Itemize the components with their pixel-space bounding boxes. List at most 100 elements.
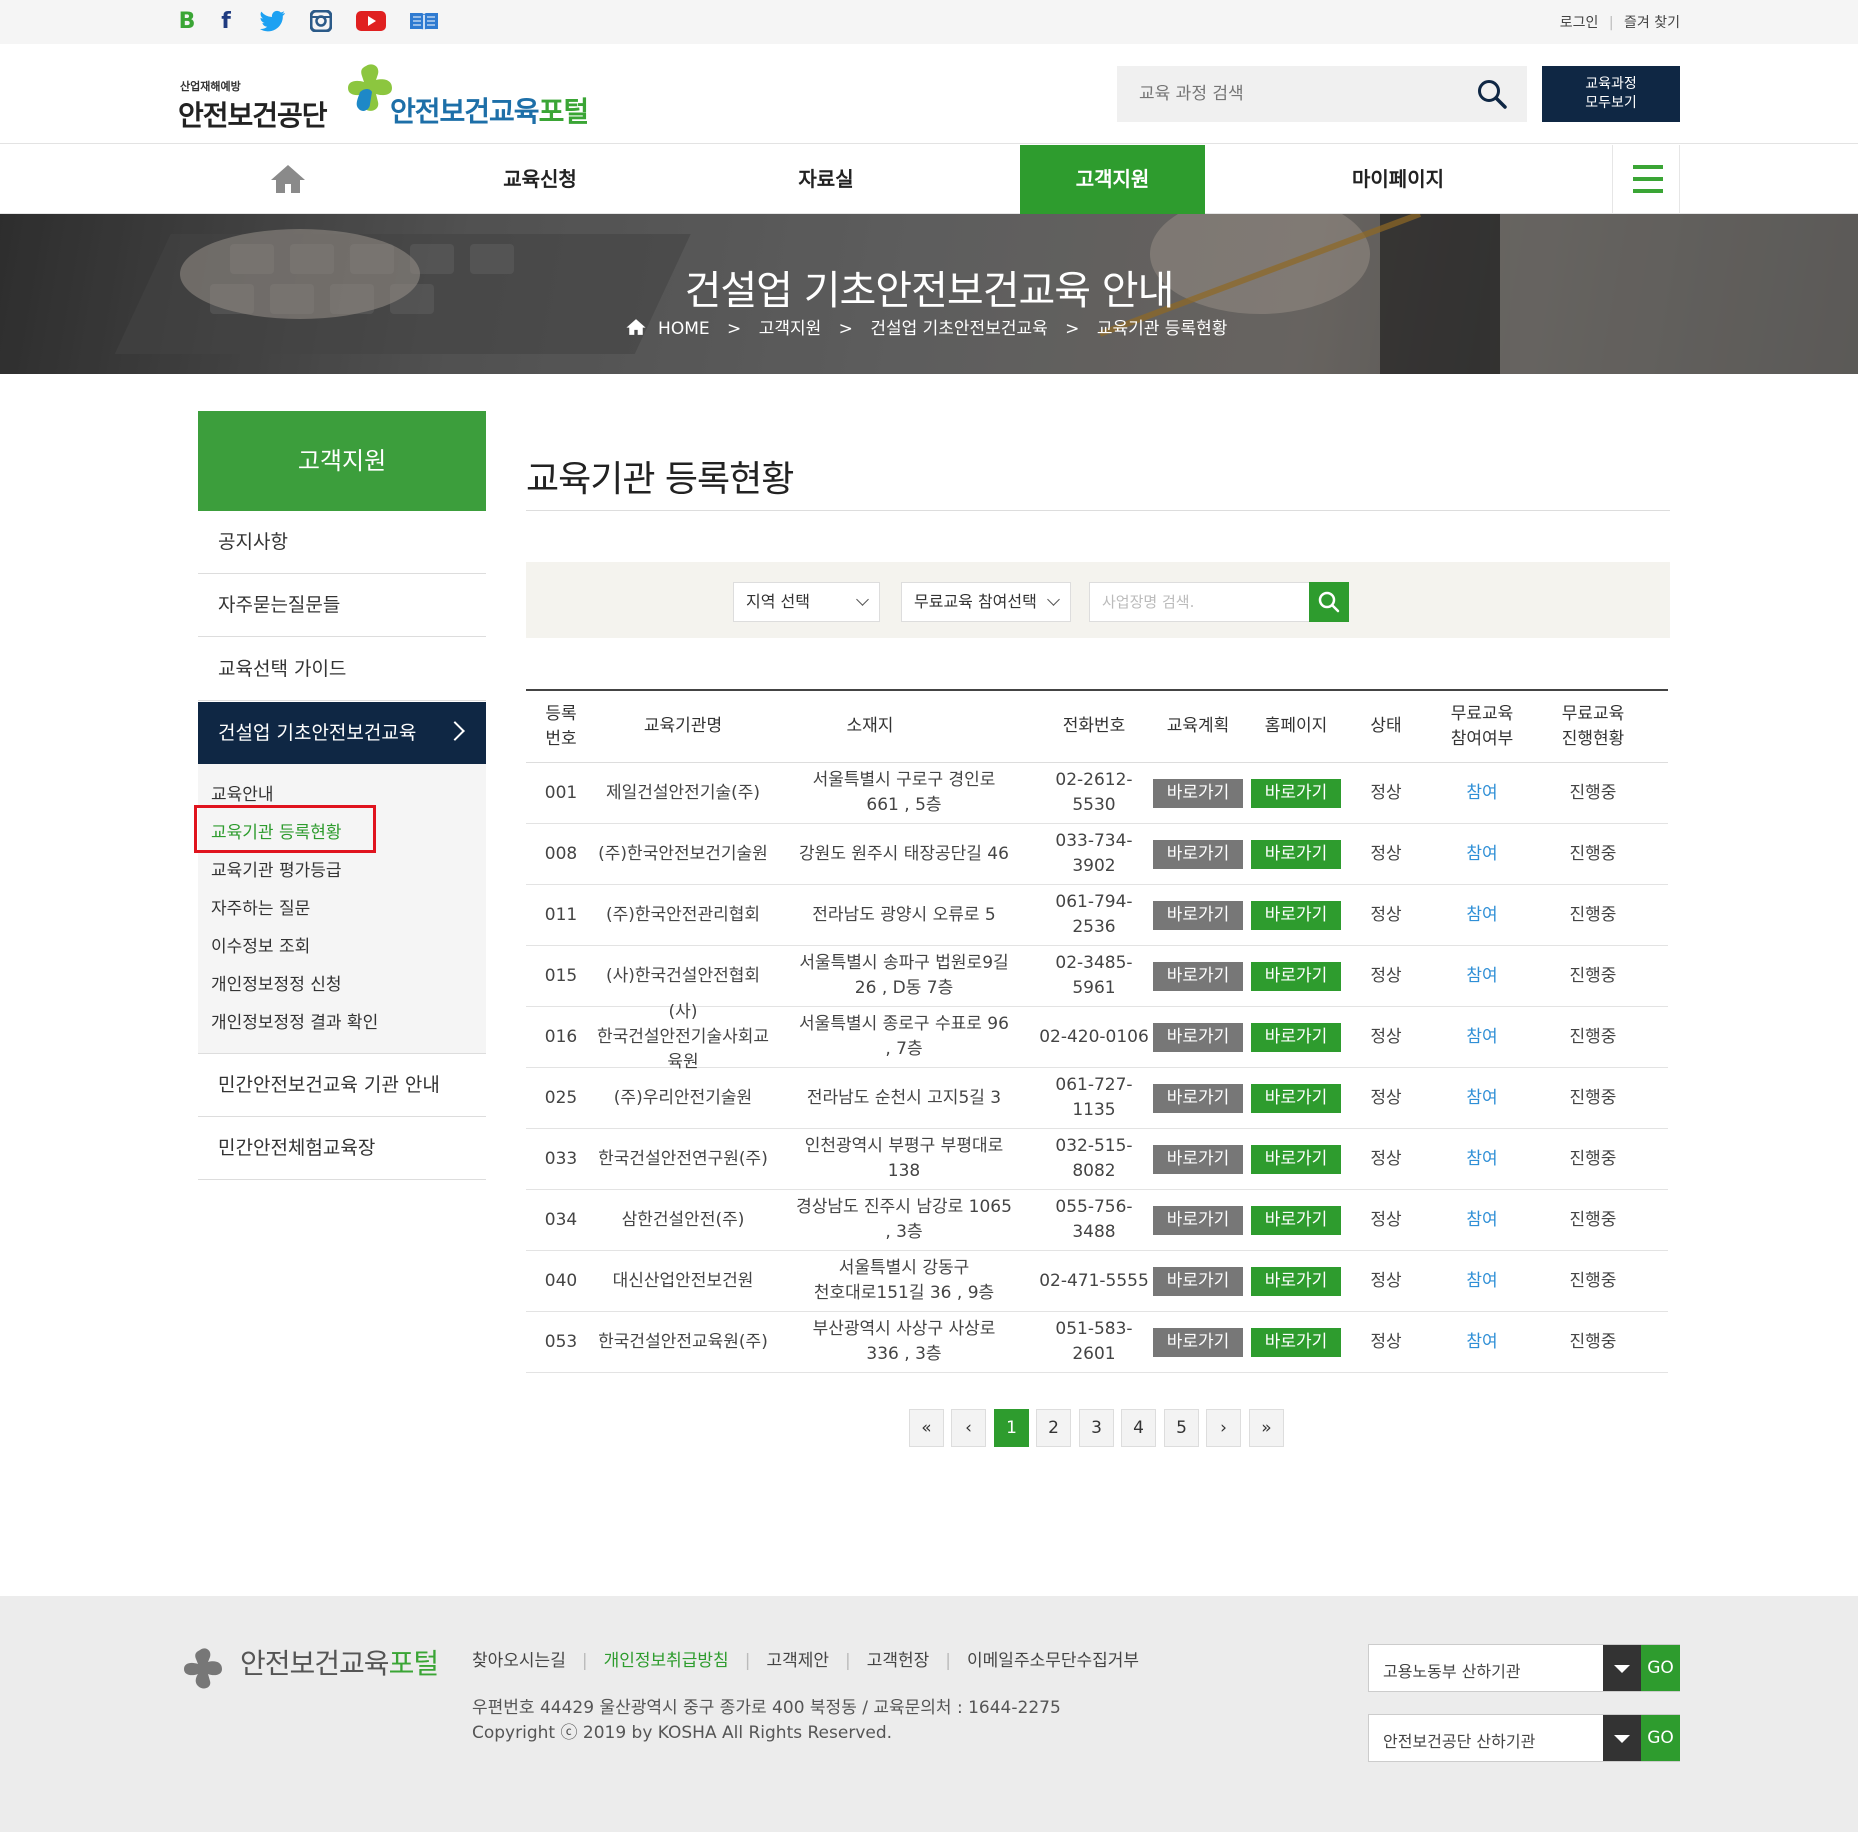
course-search bbox=[1117, 66, 1527, 122]
filter-search-button[interactable] bbox=[1309, 582, 1349, 622]
submenu-item-rating[interactable]: 교육기관 평가등급 bbox=[211, 856, 342, 881]
homepage-link-button[interactable]: 바로가기 bbox=[1251, 1144, 1341, 1174]
submenu-item-faq[interactable]: 자주하는 질문 bbox=[211, 894, 310, 919]
submenu-item-correction-result[interactable]: 개인정보정정 결과 확인 bbox=[211, 1008, 378, 1033]
next-page-button[interactable]: › bbox=[1206, 1409, 1241, 1447]
free-edu-join-link[interactable]: 참여 bbox=[1466, 1025, 1497, 1050]
breadcrumb-item-construction[interactable]: 건설업 기초안전보건교육 bbox=[870, 319, 1047, 339]
plan-link-button[interactable]: 바로가기 bbox=[1153, 1083, 1243, 1113]
sidebar-item-construction-edu[interactable]: 건설업 기초안전보건교육 bbox=[198, 702, 486, 765]
facebook-icon[interactable]: f bbox=[211, 6, 241, 36]
page-button-4[interactable]: 4 bbox=[1121, 1409, 1156, 1447]
free-edu-join-link[interactable]: 참여 bbox=[1466, 903, 1497, 928]
cell-address: 강원도 원주시 태장공단길 46 bbox=[799, 843, 1009, 864]
region-select[interactable]: 지역 선택 bbox=[733, 582, 880, 622]
free-edu-join-link[interactable]: 참여 bbox=[1466, 1330, 1497, 1355]
homepage-link-button[interactable]: 바로가기 bbox=[1251, 900, 1341, 930]
nav-item-library[interactable]: 자료실 bbox=[726, 145, 926, 214]
footer-link-charter[interactable]: 고객헌장 bbox=[867, 1651, 930, 1671]
free-edu-join-link[interactable]: 참여 bbox=[1466, 842, 1497, 867]
submenu-item-completion-lookup[interactable]: 이수정보 조회 bbox=[211, 932, 310, 957]
sidebar-item-faq[interactable]: 자주묻는질문들 bbox=[198, 574, 486, 637]
sidebar-item-guide[interactable]: 교육선택 가이드 bbox=[198, 638, 486, 701]
sidebar-item-notice[interactable]: 공지사항 bbox=[198, 511, 486, 574]
plan-link-button[interactable]: 바로가기 bbox=[1153, 1327, 1243, 1357]
page-button-2[interactable]: 2 bbox=[1036, 1409, 1071, 1447]
login-link[interactable]: 로그인 bbox=[1560, 15, 1599, 31]
free-edu-join-link[interactable]: 참여 bbox=[1466, 1147, 1497, 1172]
breadcrumb-item-support[interactable]: 고객지원 bbox=[759, 319, 822, 339]
page-button-3[interactable]: 3 bbox=[1079, 1409, 1114, 1447]
header-plan: 교육계획 bbox=[1166, 716, 1230, 736]
plan-link-button[interactable]: 바로가기 bbox=[1153, 961, 1243, 991]
homepage-link-button[interactable]: 바로가기 bbox=[1251, 1205, 1341, 1235]
youtube-icon[interactable] bbox=[356, 6, 386, 36]
workplace-search-input[interactable]: 사업장명 검색. bbox=[1089, 582, 1311, 622]
footer-link-directions[interactable]: 찾아오시는길 bbox=[472, 1651, 566, 1671]
related-agency-select-2[interactable]: 안전보건공단 산하기관 GO bbox=[1368, 1714, 1680, 1762]
filter-bar: 지역 선택 무료교육 참여선택 사업장명 검색. bbox=[526, 562, 1670, 638]
page-button-1[interactable]: 1 bbox=[994, 1409, 1029, 1447]
free-edu-join-link[interactable]: 참여 bbox=[1466, 964, 1497, 989]
cell-phone: 032-515-8082 bbox=[1055, 1136, 1133, 1181]
free-edu-select[interactable]: 무료교육 참여선택 bbox=[901, 582, 1071, 622]
homepage-link-button[interactable]: 바로가기 bbox=[1251, 1022, 1341, 1052]
prev-page-button[interactable]: ‹ bbox=[951, 1409, 986, 1447]
cell-reg-no: 040 bbox=[544, 1270, 578, 1291]
twitter-icon[interactable] bbox=[258, 6, 288, 36]
plan-link-button[interactable]: 바로가기 bbox=[1153, 900, 1243, 930]
homepage-link-button[interactable]: 바로가기 bbox=[1251, 839, 1341, 869]
search-icon[interactable] bbox=[1477, 79, 1507, 109]
table-row: 001 제일건설안전기술(주) 서울특별시 구로구 경인로 661 , 5층 02-26… bbox=[526, 763, 1668, 824]
free-edu-join-link[interactable]: 참여 bbox=[1466, 1269, 1497, 1294]
footer-link-privacy[interactable]: 개인정보취급방침 bbox=[604, 1651, 729, 1671]
footer-link-email-refusal[interactable]: 이메일주소무단수집거부 bbox=[967, 1651, 1139, 1671]
free-edu-join-link[interactable]: 참여 bbox=[1466, 1208, 1497, 1233]
book-icon[interactable] bbox=[409, 6, 439, 36]
homepage-link-button[interactable]: 바로가기 bbox=[1251, 1327, 1341, 1357]
homepage-link-button[interactable]: 바로가기 bbox=[1251, 1083, 1341, 1113]
homepage-link-button[interactable]: 바로가기 bbox=[1251, 961, 1341, 991]
plan-link-button[interactable]: 바로가기 bbox=[1153, 1022, 1243, 1052]
breadcrumb-separator: > bbox=[727, 319, 742, 339]
footer-link-suggestion[interactable]: 고객제안 bbox=[766, 1651, 829, 1671]
sidebar-item-experience-center[interactable]: 민간안전체험교육장 bbox=[198, 1117, 486, 1180]
plan-link-button[interactable]: 바로가기 bbox=[1153, 1144, 1243, 1174]
breadcrumb-item-current[interactable]: 교육기관 등록현황 bbox=[1097, 319, 1228, 339]
nav-item-mypage[interactable]: 마이페이지 bbox=[1298, 145, 1498, 214]
menu-icon[interactable] bbox=[1612, 145, 1680, 214]
homepage-link-button[interactable]: 바로가기 bbox=[1251, 1266, 1341, 1296]
home-icon[interactable] bbox=[270, 163, 306, 195]
plan-link-button[interactable]: 바로가기 bbox=[1153, 839, 1243, 869]
go-button-2[interactable]: GO bbox=[1641, 1715, 1680, 1761]
sidebar-item-private-institutions[interactable]: 민간안전보건교육 기관 안내 bbox=[198, 1054, 486, 1117]
plan-link-button[interactable]: 바로가기 bbox=[1153, 1266, 1243, 1296]
page-button-5[interactable]: 5 bbox=[1164, 1409, 1199, 1447]
nav-item-education-apply[interactable]: 교육신청 bbox=[440, 145, 640, 214]
course-search-input[interactable] bbox=[1117, 66, 1457, 122]
submenu-item-edu-info[interactable]: 교육안내 bbox=[211, 780, 274, 805]
related-agency-select-1[interactable]: 고용노동부 산하기관 GO bbox=[1368, 1644, 1680, 1692]
free-edu-join-link[interactable]: 참여 bbox=[1466, 781, 1497, 806]
cell-phone: 055-756-3488 bbox=[1055, 1197, 1133, 1242]
dropdown-arrow-icon[interactable] bbox=[1603, 1645, 1641, 1691]
nav-item-customer-support[interactable]: 고객지원 bbox=[1020, 145, 1205, 214]
table-row: 016 (사) 한국건설안전기술사회교육원 서울특별시 종로구 수표로 96, 7층 0… bbox=[526, 1002, 1668, 1072]
last-page-button[interactable]: » bbox=[1249, 1409, 1284, 1447]
cell-free-join: 참여 bbox=[1426, 885, 1538, 945]
all-courses-button[interactable]: 교육과정 모두보기 bbox=[1542, 66, 1680, 122]
first-page-button[interactable]: « bbox=[909, 1409, 944, 1447]
submenu-item-info-correction[interactable]: 개인정보정정 신청 bbox=[211, 970, 342, 995]
free-edu-join-link[interactable]: 참여 bbox=[1466, 1086, 1497, 1111]
cell-free-join: 참여 bbox=[1426, 1007, 1538, 1067]
plan-link-button[interactable]: 바로가기 bbox=[1153, 778, 1243, 808]
plan-link-button[interactable]: 바로가기 bbox=[1153, 1205, 1243, 1235]
homepage-link-button[interactable]: 바로가기 bbox=[1251, 778, 1341, 808]
blog-icon[interactable]: B bbox=[172, 6, 202, 36]
breadcrumb-item-home[interactable]: HOME bbox=[658, 319, 710, 339]
instagram-icon[interactable] bbox=[306, 6, 336, 36]
go-button-1[interactable]: GO bbox=[1641, 1645, 1680, 1691]
cell-plan: 바로가기 bbox=[1150, 1129, 1246, 1189]
favorite-link[interactable]: 즐겨 찾기 bbox=[1624, 15, 1680, 31]
dropdown-arrow-icon[interactable] bbox=[1603, 1715, 1641, 1761]
